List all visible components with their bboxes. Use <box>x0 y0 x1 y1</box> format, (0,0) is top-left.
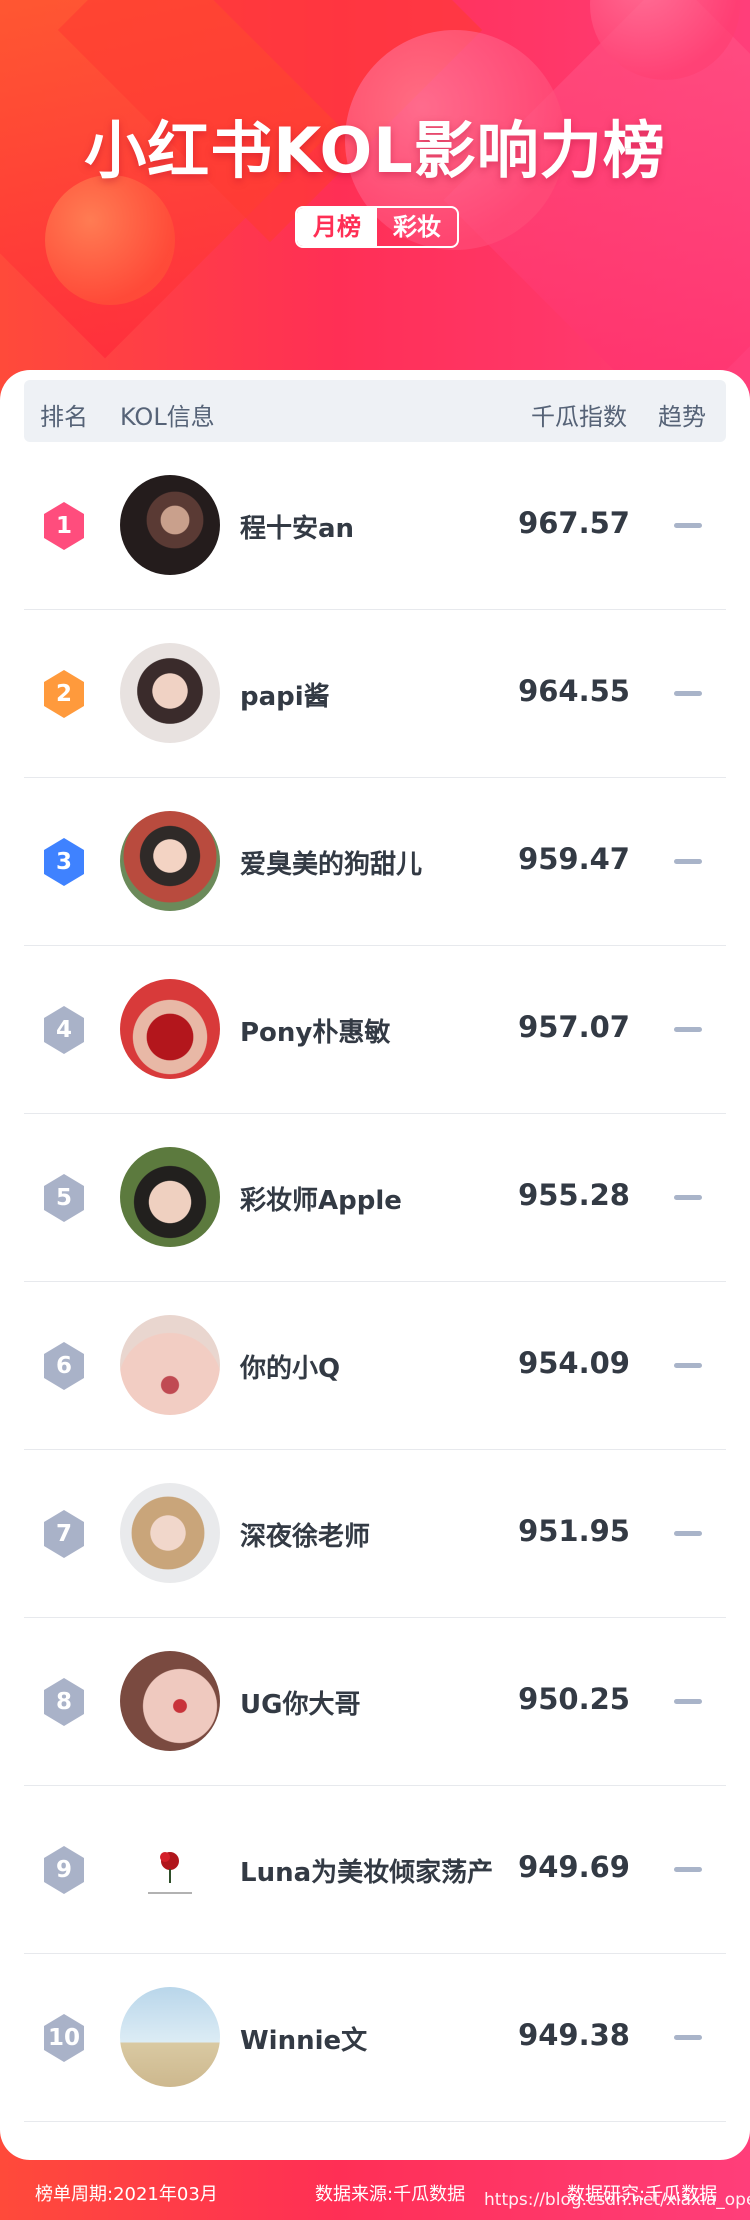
index-score: 957.07 <box>518 1010 630 1044</box>
decor-diamond <box>443 0 750 427</box>
rank-badge: 10 <box>42 2013 86 2063</box>
kol-name[interactable]: 彩妆师Apple <box>240 1180 402 1217</box>
minus-icon <box>674 1531 702 1536</box>
kol-name[interactable]: papi酱 <box>240 676 330 713</box>
rank-badge: 7 <box>42 1509 86 1559</box>
table-row[interactable]: 4 Pony朴惠敏 957.07 <box>24 946 726 1114</box>
kol-name[interactable]: 你的小Q <box>240 1348 340 1385</box>
footer-period: 榜单周期:2021年03月 <box>35 2184 218 2205</box>
kol-name[interactable]: 爱臭美的狗甜儿 <box>240 844 422 881</box>
index-score: 949.38 <box>518 2018 630 2052</box>
rank-badge: 6 <box>42 1341 86 1391</box>
minus-icon <box>674 691 702 696</box>
rank-badge: 4 <box>42 1005 86 1055</box>
column-header-rank: 排名 <box>40 403 88 431</box>
page-title: 小红书KOL影响力榜 <box>84 114 666 187</box>
table-header: 排名 KOL信息 千瓜指数 趋势 <box>24 380 726 442</box>
kol-name[interactable]: 程十安an <box>240 508 354 545</box>
rank-badge: 1 <box>42 501 86 551</box>
tab-makeup[interactable]: 彩妆 <box>377 208 457 246</box>
minus-icon <box>674 1363 702 1368</box>
rank-number: 1 <box>55 513 72 539</box>
kol-name[interactable]: Pony朴惠敏 <box>240 1012 390 1049</box>
index-score: 950.25 <box>518 1682 630 1716</box>
index-score: 967.57 <box>518 506 630 540</box>
kol-name[interactable]: UG你大哥 <box>240 1684 360 1721</box>
table-row[interactable]: 7 深夜徐老师 951.95 <box>24 1450 726 1618</box>
ranking-list: 1 程十安an 967.57 2 papi酱 964.55 3 爱臭美的狗甜儿 … <box>24 442 726 2122</box>
rank-number: 10 <box>47 2025 80 2051</box>
table-row[interactable]: 3 爱臭美的狗甜儿 959.47 <box>24 778 726 946</box>
minus-icon <box>674 2035 702 2040</box>
minus-icon <box>674 1699 702 1704</box>
rank-number: 6 <box>55 1353 72 1379</box>
avatar[interactable] <box>120 1987 220 2087</box>
index-score: 964.55 <box>518 674 630 708</box>
column-header-kol-info: KOL信息 <box>120 403 215 431</box>
rank-badge: 9 <box>42 1845 86 1895</box>
rank-number: 7 <box>55 1521 72 1547</box>
index-score: 949.69 <box>518 1850 630 1884</box>
avatar[interactable] <box>120 1483 220 1583</box>
index-score: 954.09 <box>518 1346 630 1380</box>
decor-circle <box>45 175 175 305</box>
rank-badge: 8 <box>42 1677 86 1727</box>
ranking-card: 排名 KOL信息 千瓜指数 趋势 1 程十安an 967.57 2 papi酱 … <box>0 370 750 2160</box>
minus-icon <box>674 523 702 528</box>
rank-number: 4 <box>55 1017 72 1043</box>
watermark: https://blog.csdn.net/xiaxia_operator <box>484 2190 750 2210</box>
avatar[interactable] <box>120 1819 220 1919</box>
avatar[interactable] <box>120 811 220 911</box>
decor-circle <box>590 0 740 80</box>
index-score: 951.95 <box>518 1514 630 1548</box>
table-row[interactable]: 5 彩妆师Apple 955.28 <box>24 1114 726 1282</box>
minus-icon <box>674 859 702 864</box>
avatar[interactable] <box>120 1147 220 1247</box>
rank-badge: 5 <box>42 1173 86 1223</box>
table-row[interactable]: 10 Winnie文 949.38 <box>24 1954 726 2122</box>
rank-number: 5 <box>55 1185 72 1211</box>
rose-logo-icon <box>148 1852 192 1894</box>
footer-source: 数据来源:千瓜数据 <box>315 2184 466 2205</box>
avatar[interactable] <box>120 475 220 575</box>
tab-monthly[interactable]: 月榜 <box>297 208 377 246</box>
index-score: 959.47 <box>518 842 630 876</box>
tab-group: 月榜 彩妆 <box>295 206 459 248</box>
table-row[interactable]: 1 程十安an 967.57 <box>24 442 726 610</box>
avatar[interactable] <box>120 1315 220 1415</box>
rank-badge: 2 <box>42 669 86 719</box>
kol-ranking-page: 小红书KOL影响力榜 月榜 彩妆 排名 KOL信息 千瓜指数 趋势 1 程十安a… <box>0 0 750 2220</box>
table-row[interactable]: 2 papi酱 964.55 <box>24 610 726 778</box>
table-row[interactable]: 8 UG你大哥 950.25 <box>24 1618 726 1786</box>
avatar[interactable] <box>120 979 220 1079</box>
column-header-index: 千瓜指数 <box>531 403 627 431</box>
avatar[interactable] <box>120 1651 220 1751</box>
table-row[interactable]: 6 你的小Q 954.09 <box>24 1282 726 1450</box>
footer: 榜单周期:2021年03月 数据来源:千瓜数据 数据研究:千瓜数据 https:… <box>0 2160 750 2220</box>
kol-name[interactable]: 深夜徐老师 <box>240 1516 370 1553</box>
rank-number: 2 <box>55 681 72 707</box>
avatar[interactable] <box>120 643 220 743</box>
kol-name[interactable]: Winnie文 <box>240 2020 367 2057</box>
index-score: 955.28 <box>518 1178 630 1212</box>
rank-badge: 3 <box>42 837 86 887</box>
minus-icon <box>674 1027 702 1032</box>
rank-number: 9 <box>55 1857 72 1883</box>
table-row[interactable]: 9 Luna为美妆倾家荡产 949.69 <box>24 1786 726 1954</box>
rank-number: 8 <box>55 1689 72 1715</box>
rank-number: 3 <box>55 849 72 875</box>
column-header-trend: 趋势 <box>658 403 706 431</box>
minus-icon <box>674 1867 702 1872</box>
minus-icon <box>674 1195 702 1200</box>
